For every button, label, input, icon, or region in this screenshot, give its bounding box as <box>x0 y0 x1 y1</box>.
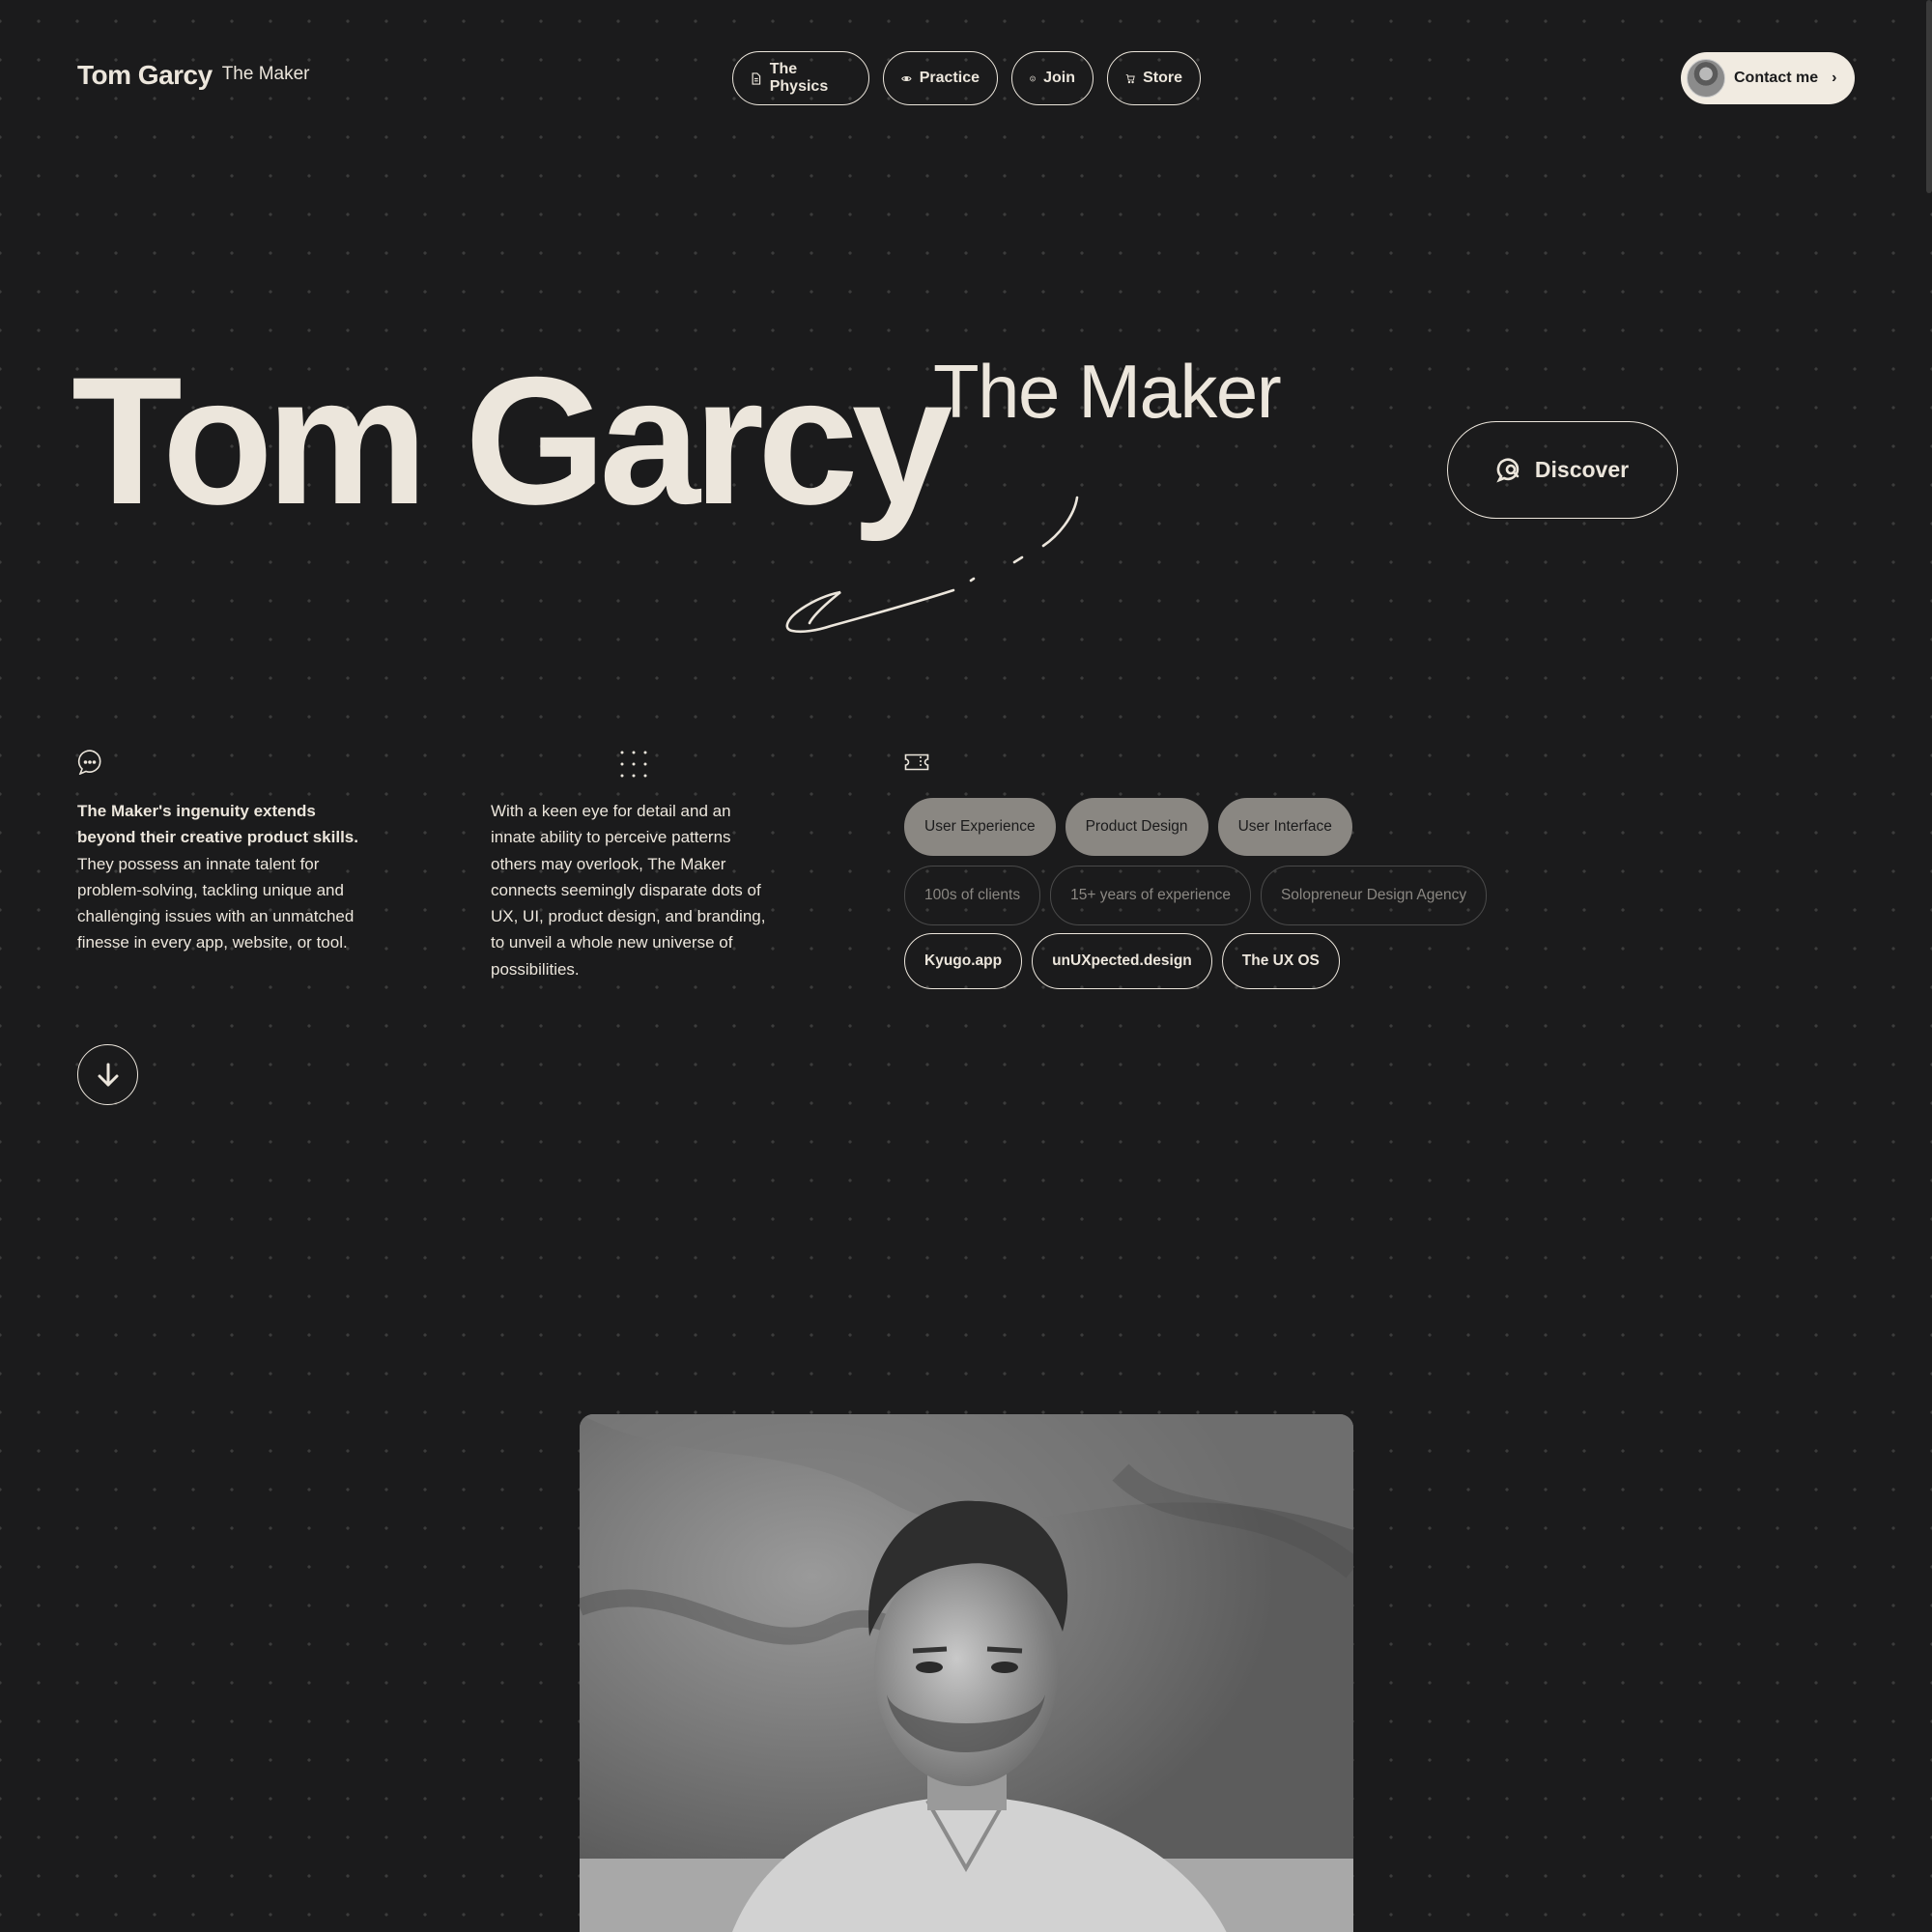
discover-label: Discover <box>1534 457 1630 482</box>
nav-the-physics[interactable]: The Physics <box>732 51 869 105</box>
link-kyugo[interactable]: Kyugo.app <box>904 933 1023 989</box>
ticket-icon <box>904 753 929 771</box>
contact-label: Contact me <box>1734 70 1819 86</box>
portrait-photo <box>580 1414 1353 1932</box>
contact-button[interactable]: Contact me › <box>1681 52 1855 104</box>
link-ux-os[interactable]: The UX OS <box>1221 933 1340 989</box>
smiley-icon <box>1030 75 1036 81</box>
maker-patterns-text: With a keen eye for detail and an innate… <box>491 802 766 979</box>
nav-store[interactable]: Store <box>1107 51 1201 105</box>
cart-icon <box>1125 73 1135 83</box>
maker-ingenuity-text: The Maker's ingenuity extends beyond the… <box>77 798 367 956</box>
page-scrollbar[interactable] <box>1926 0 1932 193</box>
scroll-down-button[interactable] <box>77 1044 138 1105</box>
document-icon <box>752 71 761 85</box>
facts-row: 100s of clients 15+ years of experience … <box>904 866 1522 925</box>
nav-label: Practice <box>919 70 980 86</box>
brand-subtitle: The Maker <box>221 64 310 84</box>
chat-bubble-icon <box>77 750 101 775</box>
nav-label: Join <box>1043 70 1075 86</box>
link-unuxpected[interactable]: unUXpected.design <box>1032 933 1212 989</box>
maker-ingenuity-strong: The Maker's ingenuity extends beyond the… <box>77 802 358 847</box>
main-nav: The Physics Practice Join Store <box>732 51 1201 105</box>
nav-join[interactable]: Join <box>1011 51 1094 105</box>
hero-subtitle: The Maker <box>933 349 1282 434</box>
nav-label: Store <box>1143 70 1182 86</box>
brand[interactable]: Tom Garcy The Maker <box>77 60 310 91</box>
chevron-right-icon: › <box>1832 70 1837 86</box>
tag-product-design[interactable]: Product Design <box>1065 798 1208 856</box>
tag-user-interface[interactable]: User Interface <box>1217 798 1352 856</box>
brand-name: Tom Garcy <box>77 60 213 90</box>
eye-icon <box>901 75 912 81</box>
discover-button[interactable]: Discover <box>1447 421 1678 519</box>
signature-icon <box>785 496 1079 634</box>
tag-experience: 15+ years of experience <box>1050 866 1251 925</box>
skills-row: User Experience Product Design User Inte… <box>904 798 1522 856</box>
tag-clients: 100s of clients <box>904 866 1041 925</box>
avatar <box>1687 59 1725 98</box>
dot-grid-icon <box>620 751 647 778</box>
tag-user-experience[interactable]: User Experience <box>904 798 1056 856</box>
nav-label: The Physics <box>769 61 829 95</box>
nav-practice[interactable]: Practice <box>883 51 998 105</box>
portrait-illustration <box>580 1414 1353 1932</box>
maker-ingenuity-body: They possess an innate talent for proble… <box>77 854 355 952</box>
projects-row: Kyugo.app unUXpected.design The UX OS <box>904 933 1522 989</box>
arrow-down-icon <box>98 1063 118 1086</box>
search-chat-icon <box>1496 458 1520 482</box>
tags-panel: User Experience Product Design User Inte… <box>904 798 1522 999</box>
tag-agency: Solopreneur Design Agency <box>1260 866 1488 925</box>
